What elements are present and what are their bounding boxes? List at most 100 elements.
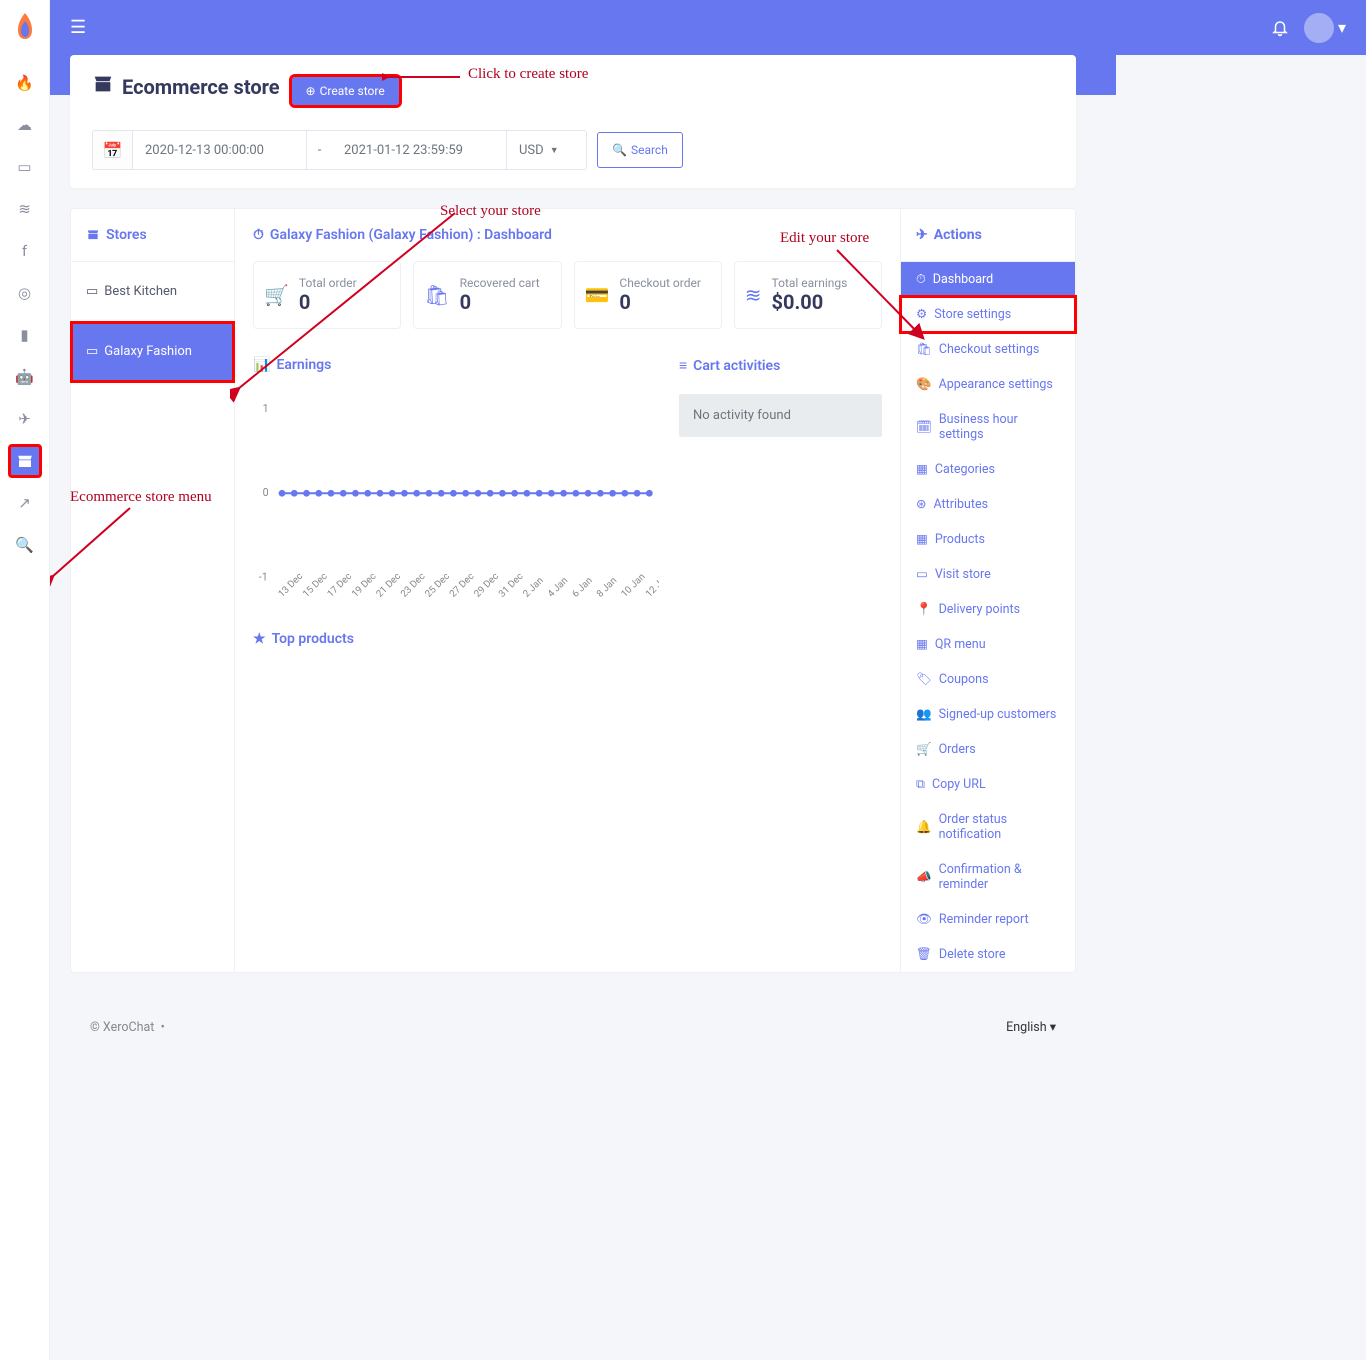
action-checkout-settings[interactable]: 🛍Checkout settings <box>901 332 1075 367</box>
hamburger-icon[interactable]: ☰ <box>70 17 86 38</box>
stat-total-order: 🛒 Total order0 <box>253 261 401 329</box>
star-icon: ★ <box>253 631 266 647</box>
action-coupons[interactable]: 🏷Coupons <box>901 662 1075 697</box>
filter-row: 📅 - USD ▼ 🔍 Search <box>92 130 1054 170</box>
nav-coins-icon[interactable]: ≋ <box>8 192 42 226</box>
action-icon: ⊛ <box>916 497 926 512</box>
calendar-icon: 📅 <box>92 130 132 170</box>
action-signed-up-customers[interactable]: 👥Signed-up customers <box>901 697 1075 732</box>
annotation-edit: Edit your store <box>780 230 869 247</box>
action-icon: ▦ <box>916 637 928 652</box>
action-icon: ▭ <box>916 567 928 582</box>
language-select[interactable]: English ▾ <box>1006 1019 1056 1035</box>
action-icon: 🔔 <box>916 820 932 835</box>
nav-contacts-icon[interactable]: ▮ <box>8 318 42 352</box>
page-title: Ecommerce store <box>122 75 280 99</box>
action-copy-url[interactable]: ⧉Copy URL <box>901 767 1075 802</box>
stores-header: Stores <box>71 209 234 262</box>
action-visit-store[interactable]: ▭Visit store <box>901 557 1075 592</box>
nav-bot-icon[interactable]: 🤖 <box>8 360 42 394</box>
list-icon: ≡ <box>679 357 687 374</box>
search-button[interactable]: 🔍 Search <box>597 132 683 168</box>
svg-text:-1: -1 <box>259 571 268 584</box>
actions-header: ✈ Actions <box>901 209 1075 262</box>
action-appearance-settings[interactable]: 🎨Appearance settings <box>901 367 1075 402</box>
store-item-best-kitchen[interactable]: ▭ Best Kitchen <box>71 262 234 322</box>
logo <box>9 10 41 42</box>
card-icon: 💳 <box>585 283 610 307</box>
svg-text:29 Dec: 29 Dec <box>472 571 501 600</box>
action-icon: 🗑 <box>916 947 932 962</box>
create-store-button[interactable]: ⊕ Create store <box>292 77 399 105</box>
stores-column: Stores ▭ Best Kitchen ▭ Galaxy Fashion <box>70 208 235 973</box>
svg-text:25 Dec: 25 Dec <box>423 571 452 600</box>
action-icon: 🎨 <box>916 377 932 392</box>
date-from-input[interactable] <box>132 130 307 170</box>
earnings-chart: 1 0 -1 13 Dec15 Dec17 Dec19 Dec21 Dec23 … <box>253 391 659 611</box>
action-categories[interactable]: ▦Categories <box>901 452 1075 487</box>
store-icon: ▭ <box>86 344 98 359</box>
action-icon: 📍 <box>916 602 932 617</box>
store-icon: ▭ <box>86 284 98 299</box>
nav-facebook-icon[interactable]: f <box>8 234 42 268</box>
action-icon: 🗓 <box>916 420 932 435</box>
date-separator: - <box>307 130 332 170</box>
user-menu[interactable]: ▾ <box>1304 13 1346 43</box>
action-orders[interactable]: 🛒Orders <box>901 732 1075 767</box>
nav-money-icon[interactable]: ▭ <box>8 150 42 184</box>
dashboard-icon: ⏱ <box>253 227 264 243</box>
action-icon: 🛒 <box>916 742 932 757</box>
svg-text:6 Jan: 6 Jan <box>570 576 595 601</box>
action-icon: ⧉ <box>916 777 925 792</box>
annotation-create: Click to create store <box>468 66 588 83</box>
action-store-settings[interactable]: ⚙Store settings <box>901 297 1075 332</box>
notifications-icon[interactable] <box>1271 19 1289 37</box>
action-delete-store[interactable]: 🗑Delete store <box>901 937 1075 972</box>
stat-recovered-cart: 🛍 Recovered cart0 <box>413 261 561 329</box>
action-icon: ▦ <box>916 532 928 547</box>
action-icon: 🏷 <box>916 672 932 687</box>
footer-copyright: © XeroChat <box>90 1020 154 1035</box>
action-products[interactable]: ▦Products <box>901 522 1075 557</box>
action-icon: 📣 <box>916 870 932 885</box>
actions-column: ✈ Actions ⏱Dashboard⚙Store settings🛍Chec… <box>901 208 1076 973</box>
action-reminder-report[interactable]: 👁Reminder report <box>901 902 1075 937</box>
topbar: ☰ ▾ <box>50 0 1366 55</box>
left-rail: 🔥 ☁ ▭ ≋ f ◎ ▮ 🤖 ✈ ↗ 🔍 <box>0 0 50 1360</box>
annotation-menu: Ecommerce store menu <box>70 489 212 506</box>
action-icon: 👁 <box>916 912 932 927</box>
top-products-header: ★ Top products <box>253 631 659 647</box>
nav-instagram-icon[interactable]: ◎ <box>8 276 42 310</box>
bag-icon: 🛍 <box>424 283 449 307</box>
svg-text:10 Jan: 10 Jan <box>619 572 647 600</box>
nav-share-icon[interactable]: ↗ <box>8 486 42 520</box>
page-header: Ecommerce store ⊕ Create store Click to … <box>70 55 1076 188</box>
stat-checkout-order: 💳 Checkout order0 <box>574 261 722 329</box>
nav-store-icon[interactable] <box>8 444 42 478</box>
svg-text:12 Jan: 12 Jan <box>644 572 659 600</box>
action-icon: ▦ <box>916 462 928 477</box>
date-to-input[interactable] <box>332 130 507 170</box>
currency-select[interactable]: USD ▼ <box>507 130 587 170</box>
nav-fire-icon[interactable]: 🔥 <box>8 66 42 100</box>
stat-total-earnings: ≋ Total earnings$0.00 <box>734 261 882 329</box>
action-dashboard[interactable]: ⏱Dashboard <box>901 262 1075 297</box>
nav-search-icon[interactable]: 🔍 <box>8 528 42 562</box>
cart-activities-header: ≡ Cart activities <box>679 357 882 374</box>
store-item-galaxy-fashion[interactable]: ▭ Galaxy Fashion <box>71 322 234 382</box>
action-business-hour-settings[interactable]: 🗓Business hour settings <box>901 402 1075 452</box>
action-confirmation-reminder[interactable]: 📣Confirmation & reminder <box>901 852 1075 902</box>
plus-icon: ⊕ <box>306 84 316 98</box>
footer: © XeroChat • English ▾ <box>70 1003 1076 1051</box>
action-delivery-points[interactable]: 📍Delivery points <box>901 592 1075 627</box>
svg-text:0: 0 <box>263 487 269 500</box>
coins-icon: ≋ <box>745 283 762 307</box>
svg-text:27 Dec: 27 Dec <box>448 571 477 600</box>
svg-text:19 Dec: 19 Dec <box>350 571 379 600</box>
nav-send-icon[interactable]: ✈ <box>8 402 42 436</box>
action-attributes[interactable]: ⊛Attributes <box>901 487 1075 522</box>
svg-text:1: 1 <box>263 402 269 415</box>
action-qr-menu[interactable]: ▦QR menu <box>901 627 1075 662</box>
action-order-status-notification[interactable]: 🔔Order status notification <box>901 802 1075 852</box>
nav-cloud-icon[interactable]: ☁ <box>8 108 42 142</box>
